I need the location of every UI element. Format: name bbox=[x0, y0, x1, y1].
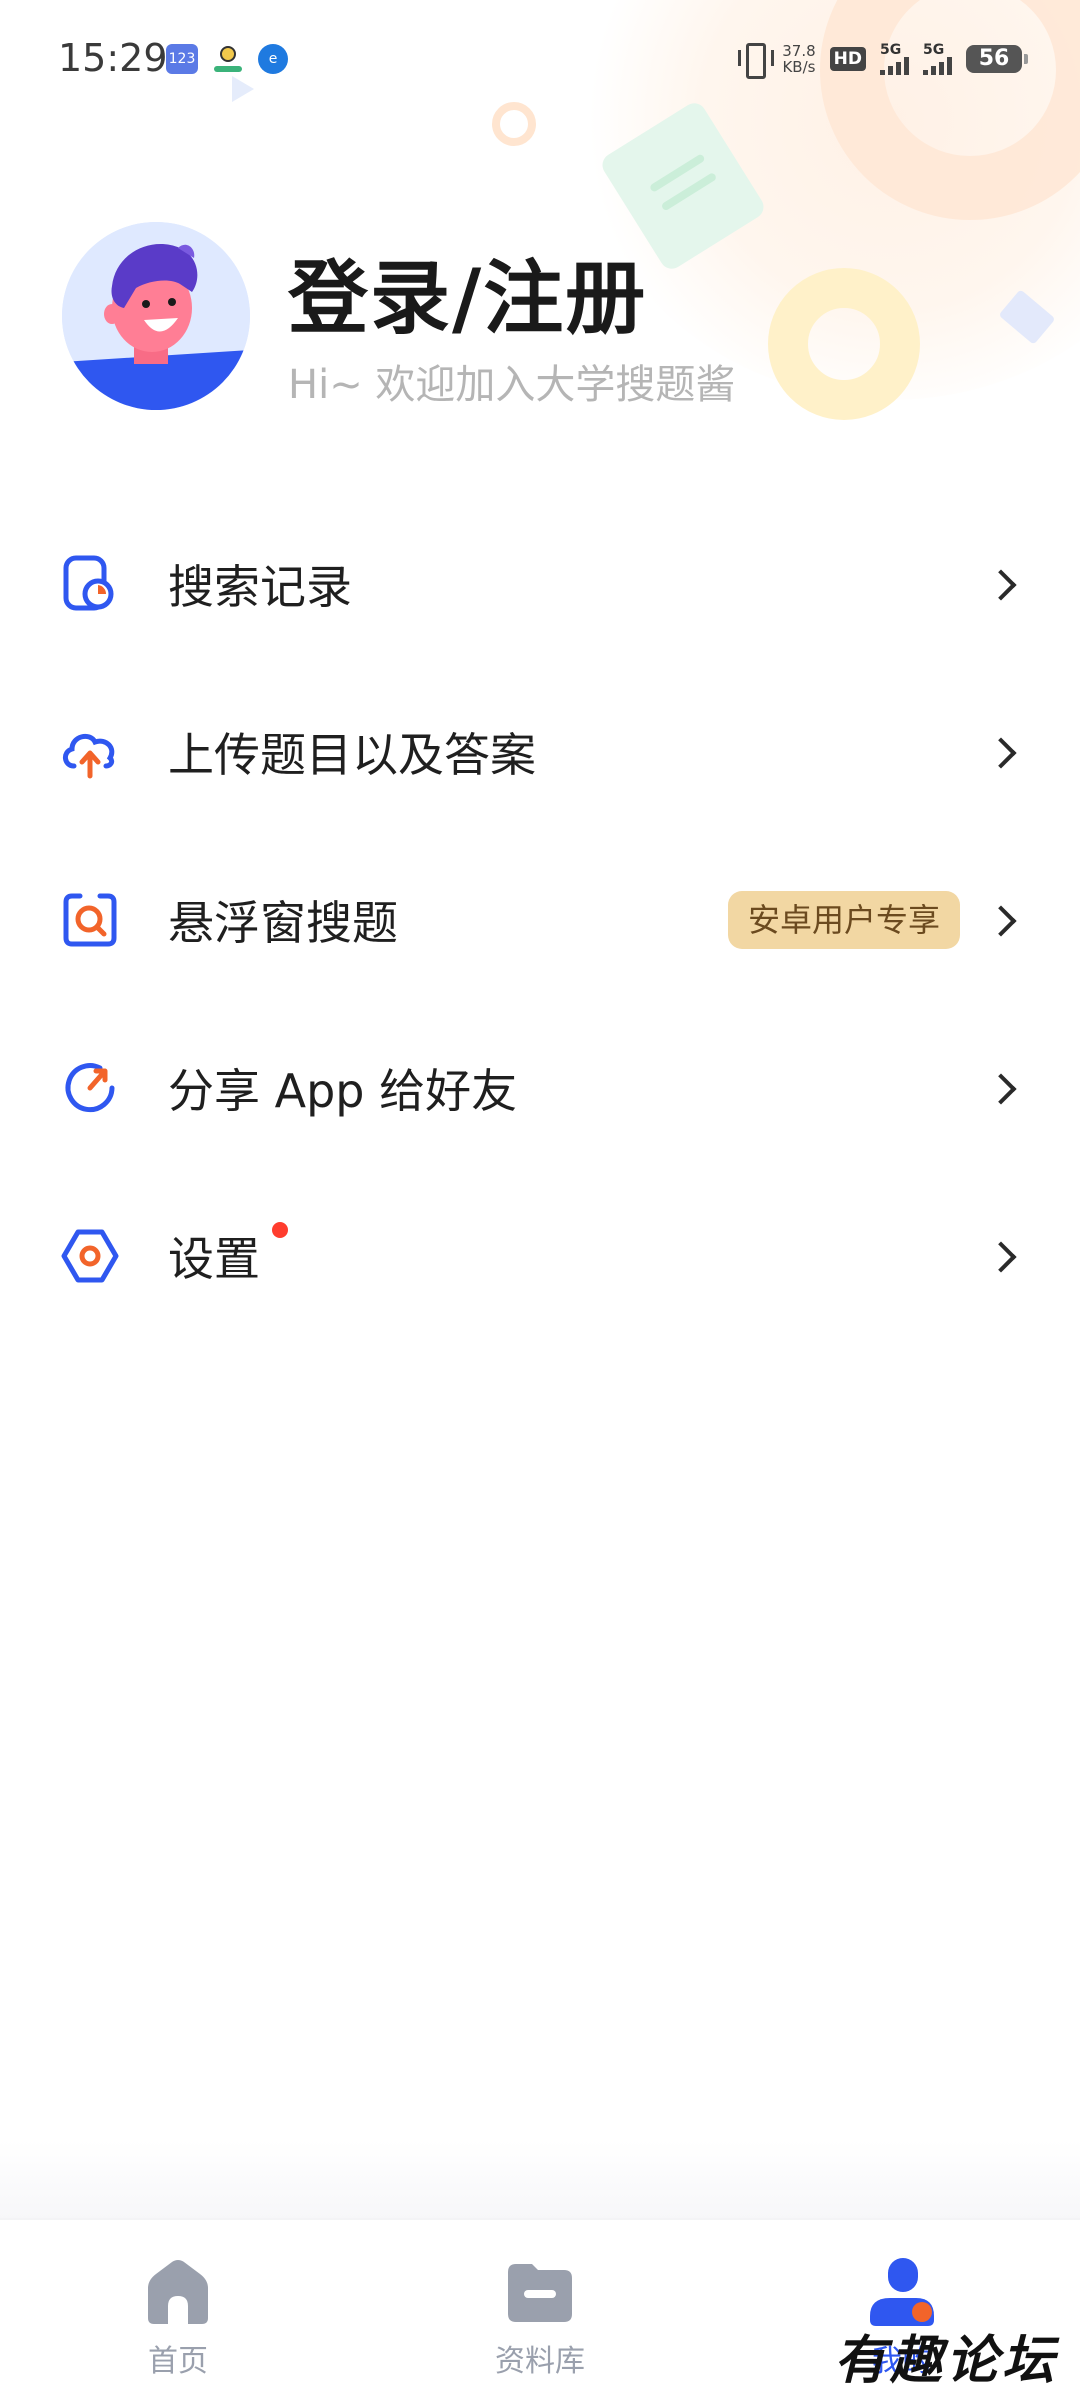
nav-item-home[interactable]: 首页 bbox=[78, 2220, 278, 2400]
share-icon bbox=[60, 1058, 120, 1118]
avatar[interactable] bbox=[62, 222, 250, 410]
network-speed-unit: KB/s bbox=[782, 58, 816, 76]
signal-label-2: 5G bbox=[923, 42, 945, 58]
signal-label-1: 5G bbox=[880, 42, 902, 58]
chevron-right-icon bbox=[988, 1242, 1016, 1270]
chevron-right-icon bbox=[988, 1074, 1016, 1102]
folder-icon bbox=[504, 2256, 576, 2328]
notification-dot bbox=[272, 1222, 288, 1238]
search-history-icon bbox=[60, 554, 120, 614]
signal-icon-2: 5G bbox=[923, 43, 952, 75]
cloud-upload-icon bbox=[60, 722, 120, 782]
menu-item-search-history[interactable]: 搜索记录 bbox=[0, 500, 1080, 668]
signal-icon-1: 5G bbox=[880, 43, 909, 75]
floating-window-search-icon bbox=[60, 890, 120, 950]
network-speed: 37.8 KB/s bbox=[782, 43, 815, 75]
menu-label: 设置 bbox=[168, 1232, 260, 1286]
chevron-right-icon bbox=[988, 570, 1016, 598]
menu-item-floating-search[interactable]: 悬浮窗搜题 安卓用户专享 bbox=[0, 836, 1080, 1004]
menu-label: 上传题目以及答案 bbox=[168, 728, 536, 782]
profile-header[interactable]: 登录/注册 Hi~ 欢迎加入大学搜题酱 bbox=[0, 220, 1080, 420]
notification-app-icon: 123 bbox=[166, 44, 198, 74]
login-register-title[interactable]: 登录/注册 bbox=[288, 234, 647, 350]
watermark-text: 有趣论坛 bbox=[834, 2330, 1059, 2391]
welcome-subtitle: Hi~ 欢迎加入大学搜题酱 bbox=[288, 362, 736, 408]
nav-item-library[interactable]: 资料库 bbox=[440, 2220, 640, 2400]
nav-label-library: 资料库 bbox=[495, 2344, 585, 2379]
menu-label: 分享 App 给好友 bbox=[168, 1064, 518, 1118]
menu-item-share-app[interactable]: 分享 App 给好友 bbox=[0, 1004, 1080, 1172]
notification-face-icon bbox=[212, 44, 244, 74]
settings-menu: 搜索记录 上传题目以及答案 悬浮窗搜题 安卓用户专享 分享 App 给好友 设置 bbox=[0, 500, 1080, 1340]
hd-icon: HD bbox=[829, 47, 866, 71]
battery-icon: 56 bbox=[966, 45, 1028, 73]
chevron-right-icon bbox=[988, 906, 1016, 934]
status-bar: 15:29 123 e 37.8 KB/s HD 5G 5G 56 bbox=[0, 0, 1080, 120]
menu-item-settings[interactable]: 设置 bbox=[0, 1172, 1080, 1340]
menu-label: 搜索记录 bbox=[168, 560, 352, 614]
home-icon bbox=[142, 2256, 214, 2328]
menu-item-upload-questions[interactable]: 上传题目以及答案 bbox=[0, 668, 1080, 836]
notification-browser-icon: e bbox=[258, 44, 288, 74]
nav-fade bbox=[0, 2140, 1080, 2220]
avatar-illustration bbox=[62, 222, 250, 410]
menu-label: 悬浮窗搜题 bbox=[168, 896, 398, 950]
nav-label-home: 首页 bbox=[148, 2344, 208, 2379]
status-right: 37.8 KB/s HD 5G 5G 56 bbox=[738, 36, 1028, 82]
chevron-right-icon bbox=[988, 738, 1016, 766]
android-exclusive-badge: 安卓用户专享 bbox=[727, 891, 960, 949]
status-time: 15:29 bbox=[58, 36, 168, 80]
vibrate-icon bbox=[738, 41, 775, 79]
settings-icon bbox=[60, 1226, 120, 1286]
